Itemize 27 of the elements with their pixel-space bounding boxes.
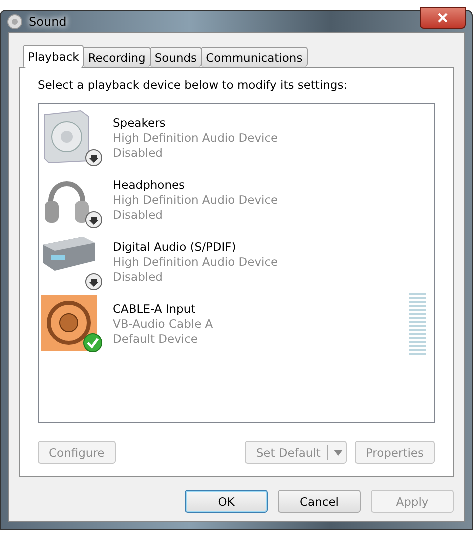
device-item[interactable]: CABLE-A Input VB-Audio Cable A Default Device [41,293,432,355]
device-status: Default Device [113,332,200,346]
device-item[interactable]: Speakers High Definition Audio Device Disabled [41,107,432,169]
tab[interactable]: Recording [83,47,151,67]
window-title: Sound [29,14,67,28]
tab[interactable]: Sounds [150,47,202,67]
device-item[interactable]: Headphones High Definition Audio Device Disabled [41,169,432,231]
tab[interactable]: Playback [23,45,84,68]
device-name: Digital Audio (S/PDIF) [113,240,238,254]
device-name: Headphones [113,178,186,192]
tab[interactable]: Communications [201,47,308,67]
device-description: High Definition Audio Device [113,130,280,146]
device-item[interactable]: Digital Audio (S/PDIF) High Definition Audio Device Disabled [41,231,432,293]
device-name: CABLE-A Input [113,302,197,316]
dialog-button[interactable]: Cancel [278,490,361,513]
close-icon [438,12,448,22]
device-description: High Definition Audio Device [113,254,280,270]
dropdown-caret-icon [334,450,343,456]
instruction-text: Select a playback device below to modify its settings: [38,78,349,92]
device-name: Speakers [113,116,167,130]
device-status: Disabled [113,146,164,160]
close-button[interactable] [420,6,466,28]
device-status: Disabled [113,270,164,284]
device-description: VB-Audio Cable A [113,316,214,332]
device-status: Disabled [113,208,164,222]
dialog-button[interactable]: OK [185,490,268,513]
device-description: High Definition Audio Device [113,192,280,208]
